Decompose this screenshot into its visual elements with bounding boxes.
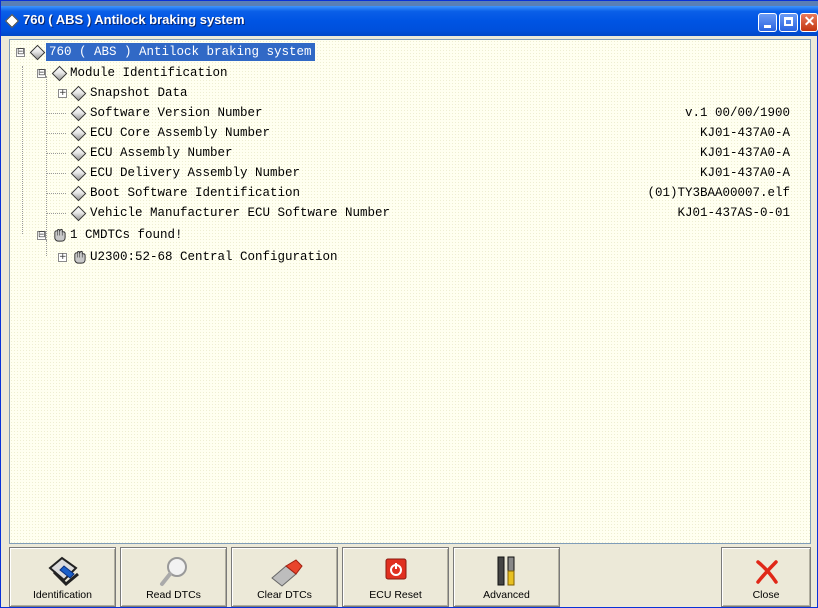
title-bar[interactable]: 760 ( ABS ) Antilock braking system ✕ xyxy=(1,6,818,36)
expand-icon[interactable]: + xyxy=(58,89,67,98)
identification-button[interactable]: Identification xyxy=(9,547,116,607)
tree-item-label[interactable]: ECU Core Assembly Number xyxy=(90,124,270,142)
diamond-icon xyxy=(29,44,46,61)
ecu-reset-button[interactable]: ECU Reset xyxy=(342,547,449,607)
module-tree-view[interactable]: ⊟ 760 ( ABS ) Antilock braking system ⊟ … xyxy=(9,39,811,544)
tree-item-value: KJ01-437A0-A xyxy=(699,126,790,140)
tree-item-row[interactable]: ECU Delivery Assembly Number KJ01-437A0-… xyxy=(10,164,810,182)
tree-item-value: (01)TY3BAA00007.elf xyxy=(647,186,790,200)
red-x-icon xyxy=(756,560,778,584)
advanced-label: Advanced xyxy=(483,589,530,601)
read-dtcs-button[interactable]: Read DTCs xyxy=(120,547,227,607)
dtc-hand-icon xyxy=(54,228,66,242)
collapse-icon[interactable]: ⊟ xyxy=(37,231,46,240)
action-toolbar: Identification Read DTCs Clear DTCs ECU … xyxy=(9,547,811,607)
minimize-icon xyxy=(764,25,771,28)
tree-item-row[interactable]: ECU Assembly Number KJ01-437A0-A xyxy=(10,144,810,162)
collapse-icon[interactable]: ⊟ xyxy=(37,69,46,78)
tree-item-label[interactable]: Boot Software Identification xyxy=(90,184,300,202)
close-button[interactable]: Close xyxy=(721,547,811,607)
tree-item-row[interactable]: Software Version Number v.1 00/00/1900 xyxy=(10,104,810,122)
eraser-icon xyxy=(271,559,303,587)
diamond-icon xyxy=(51,65,68,82)
tree-item-label[interactable]: Snapshot Data xyxy=(90,84,188,102)
tree-item-label[interactable]: Vehicle Manufacturer ECU Software Number xyxy=(90,204,390,222)
ecu-reset-label: ECU Reset xyxy=(369,589,422,601)
tree-item-label[interactable]: ECU Assembly Number xyxy=(90,144,233,162)
diamond-icon xyxy=(70,205,87,222)
module-identification-row[interactable]: ⊟ Module Identification xyxy=(10,64,810,82)
window-title: 760 ( ABS ) Antilock braking system xyxy=(23,12,245,27)
advanced-button[interactable]: Advanced xyxy=(453,547,560,607)
tree-item-label[interactable]: Software Version Number xyxy=(90,104,263,122)
diamond-icon xyxy=(70,165,87,182)
diamond-icon xyxy=(70,185,87,202)
tree-item-value: v.1 00/00/1900 xyxy=(684,106,790,120)
module-identification-label[interactable]: Module Identification xyxy=(70,64,228,82)
diamond-icon xyxy=(70,105,87,122)
car-wrench-icon xyxy=(48,556,79,587)
dtc-group-row[interactable]: ⊟ 1 CMDTCs found! xyxy=(10,226,810,244)
close-icon: ✕ xyxy=(803,13,816,29)
close-window-button[interactable]: ✕ xyxy=(800,13,818,32)
tree-item-value: KJ01-437AS-0-01 xyxy=(677,206,790,220)
clear-dtcs-label: Clear DTCs xyxy=(257,589,312,601)
close-label: Close xyxy=(752,589,780,601)
tree-item-row[interactable]: ECU Core Assembly Number KJ01-437A0-A xyxy=(10,124,810,142)
identification-label: Identification xyxy=(33,589,92,601)
power-icon xyxy=(385,558,407,580)
tree-item-row[interactable]: + Snapshot Data xyxy=(10,84,810,102)
abs-module-window: 760 ( ABS ) Antilock braking system ✕ ⊟ … xyxy=(0,0,818,608)
dtc-label[interactable]: U2300:52-68 Central Configuration xyxy=(90,248,338,266)
magnifier-icon xyxy=(160,557,187,586)
tree-item-label[interactable]: ECU Delivery Assembly Number xyxy=(90,164,300,182)
collapse-icon[interactable]: ⊟ xyxy=(16,48,25,57)
diamond-icon xyxy=(70,145,87,162)
tree-root-row[interactable]: ⊟ 760 ( ABS ) Antilock braking system xyxy=(10,43,810,61)
diamond-icon xyxy=(70,85,87,102)
minimize-button[interactable] xyxy=(758,13,777,32)
tree-item-row[interactable]: Vehicle Manufacturer ECU Software Number… xyxy=(10,204,810,222)
dtc-row[interactable]: + U2300:52-68 Central Configuration xyxy=(10,248,810,266)
expand-icon[interactable]: + xyxy=(58,253,67,262)
tree-item-value: KJ01-437A0-A xyxy=(699,166,790,180)
tools-icon xyxy=(497,556,515,586)
tree-item-row[interactable]: Boot Software Identification (01)TY3BAA0… xyxy=(10,184,810,202)
dtc-group-label[interactable]: 1 CMDTCs found! xyxy=(70,226,183,244)
maximize-icon xyxy=(784,17,793,26)
diamond-icon xyxy=(70,125,87,142)
dtc-hand-icon xyxy=(74,250,86,264)
tree-item-value: KJ01-437A0-A xyxy=(699,146,790,160)
tree-root-label[interactable]: 760 ( ABS ) Antilock braking system xyxy=(46,43,315,61)
diamond-icon xyxy=(4,13,20,29)
read-dtcs-label: Read DTCs xyxy=(146,589,201,601)
maximize-button[interactable] xyxy=(779,13,798,32)
clear-dtcs-button[interactable]: Clear DTCs xyxy=(231,547,338,607)
